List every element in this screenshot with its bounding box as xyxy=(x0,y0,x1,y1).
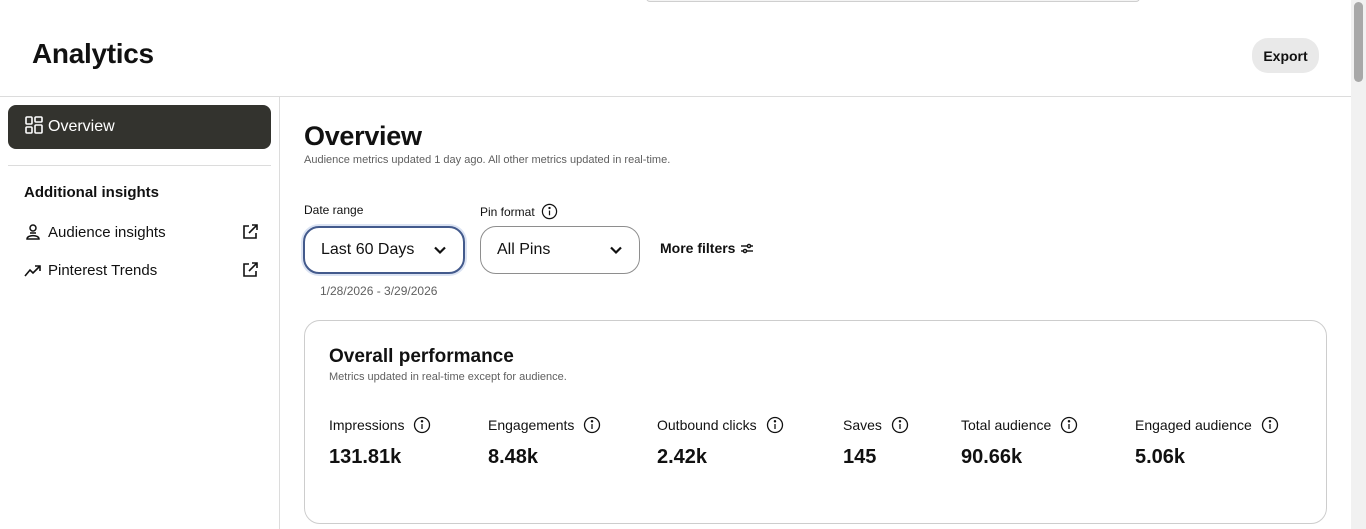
export-button[interactable]: Export xyxy=(1252,38,1319,73)
metric-impressions: Impressions 131.81k xyxy=(329,416,431,469)
metric-value: 5.06k xyxy=(1135,446,1186,468)
metric-label: Engagements xyxy=(488,417,575,433)
pin-format-value: All Pins xyxy=(497,241,551,258)
scrollbar-thumb[interactable] xyxy=(1354,2,1363,82)
sidebar-item-label: Audience insights xyxy=(48,223,166,241)
date-span-text: 1/28/2026 - 3/29/2026 xyxy=(320,284,438,298)
grid-icon xyxy=(24,115,48,140)
section-subtitle: Audience metrics updated 1 day ago. All … xyxy=(304,154,671,166)
metric-label: Saves xyxy=(843,417,882,433)
metric-value: 145 xyxy=(843,446,877,468)
chevron-down-icon xyxy=(433,243,447,257)
pin-format-label: Pin format xyxy=(480,203,558,220)
metric-label: Engaged audience xyxy=(1135,417,1252,433)
sidebar-item-pinterest-trends[interactable]: Pinterest Trends xyxy=(24,258,259,282)
metric-value: 131.81k xyxy=(329,446,402,468)
date-range-value: Last 60 Days xyxy=(321,241,415,258)
card-subtitle: Metrics updated in real-time except for … xyxy=(329,371,567,383)
metric-outbound-clicks: Outbound clicks 2.42k xyxy=(657,416,784,469)
sidebar-item-overview[interactable]: Overview xyxy=(8,105,271,149)
filter-sliders-icon xyxy=(739,240,755,256)
chevron-down-icon xyxy=(609,243,623,257)
metric-value: 2.42k xyxy=(657,446,708,468)
card-title: Overall performance xyxy=(329,346,514,367)
page-header: Analytics Export xyxy=(0,0,1351,97)
metric-value: 90.66k xyxy=(961,446,1023,468)
info-icon[interactable] xyxy=(583,416,601,434)
metric-total-audience: Total audience 90.66k xyxy=(961,416,1078,469)
sidebar-divider xyxy=(8,165,271,166)
metric-label: Total audience xyxy=(961,417,1052,433)
date-range-select[interactable]: Last 60 Days xyxy=(303,226,465,274)
pin-format-select[interactable]: All Pins xyxy=(480,226,640,274)
page-scrollbar[interactable] xyxy=(1351,0,1366,529)
person-icon xyxy=(24,223,42,241)
metric-label: Outbound clicks xyxy=(657,417,757,433)
more-filters-label: More filters xyxy=(660,240,736,256)
pin-format-label-text: Pin format xyxy=(480,204,535,219)
sidebar-item-label: Overview xyxy=(48,118,115,135)
more-filters-button[interactable]: More filters xyxy=(660,240,755,256)
sidebar-section-title: Additional insights xyxy=(24,184,159,201)
info-icon[interactable] xyxy=(413,416,431,434)
date-range-label: Date range xyxy=(304,203,363,217)
info-icon[interactable] xyxy=(1060,416,1078,434)
info-icon[interactable] xyxy=(891,416,909,434)
metric-value: 8.48k xyxy=(488,446,539,468)
info-icon[interactable] xyxy=(766,416,784,434)
sidebar-item-audience-insights[interactable]: Audience insights xyxy=(24,220,259,244)
date-range-label-text: Date range xyxy=(304,203,364,217)
trend-up-icon xyxy=(24,261,42,279)
overall-performance-card: Overall performance Metrics updated in r… xyxy=(304,320,1327,524)
section-title: Overview xyxy=(304,121,422,151)
metric-engaged-audience: Engaged audience 5.06k xyxy=(1135,416,1279,469)
sidebar-item-label: Pinterest Trends xyxy=(48,261,158,279)
page-title: Analytics xyxy=(32,38,154,69)
external-link-icon xyxy=(241,261,259,279)
main-content: Overview Audience metrics updated 1 day … xyxy=(281,97,1351,529)
metric-engagements: Engagements 8.48k xyxy=(488,416,601,469)
external-link-icon xyxy=(241,223,259,241)
metric-saves: Saves 145 xyxy=(843,416,909,469)
sidebar: Overview Additional insights Audience in… xyxy=(0,97,280,529)
info-icon[interactable] xyxy=(1261,416,1279,434)
info-icon[interactable] xyxy=(541,203,558,220)
metric-label: Impressions xyxy=(329,417,405,433)
